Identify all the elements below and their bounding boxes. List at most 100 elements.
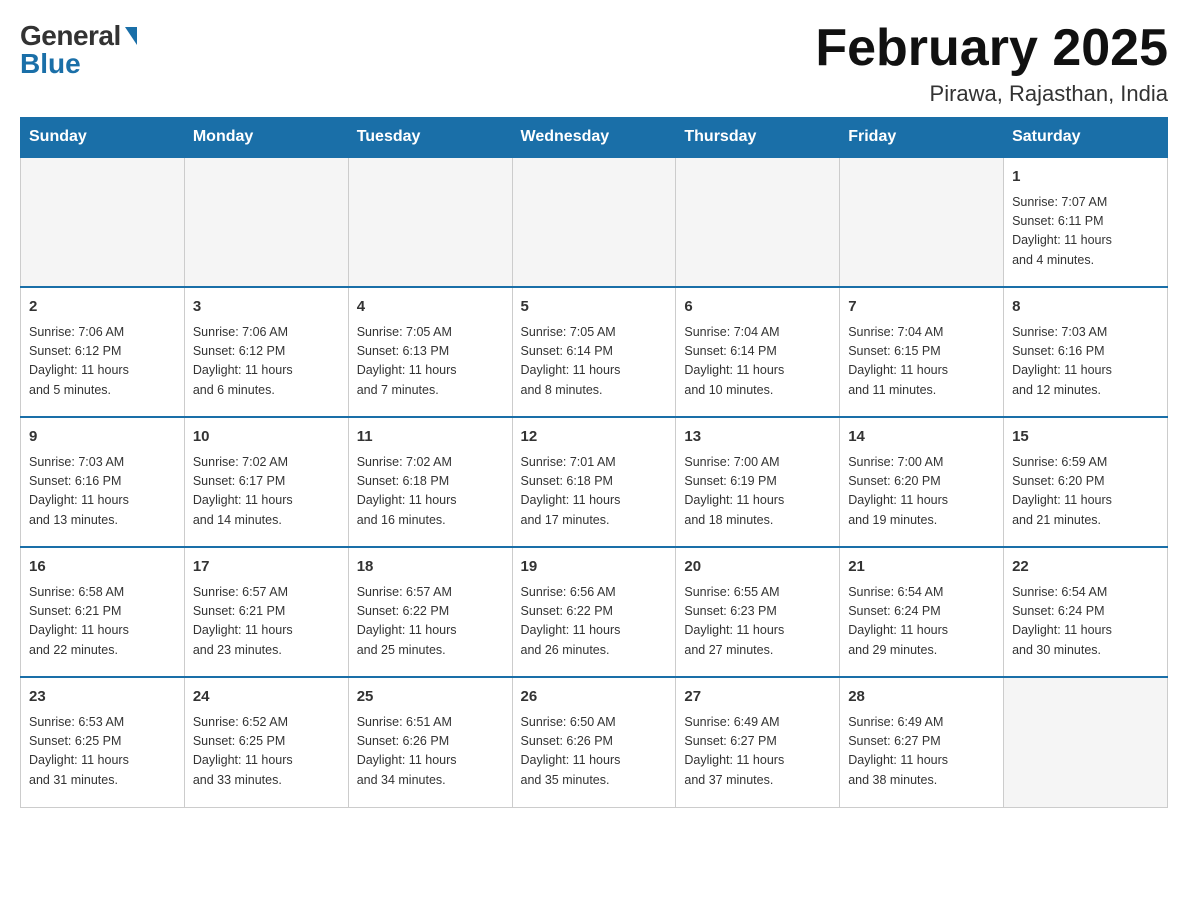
day-number: 2 xyxy=(29,296,176,319)
day-info: Sunrise: 7:00 AM Sunset: 6:20 PM Dayligh… xyxy=(848,453,995,531)
day-number: 4 xyxy=(357,296,504,319)
calendar-cell xyxy=(676,157,840,287)
day-number: 22 xyxy=(1012,556,1159,579)
day-info: Sunrise: 7:00 AM Sunset: 6:19 PM Dayligh… xyxy=(684,453,831,531)
calendar-cell: 3 Sunrise: 7:06 AM Sunset: 6:12 PM Daylig… xyxy=(184,287,348,417)
calendar-header-row: SundayMondayTuesdayWednesdayThursdayFrid… xyxy=(21,118,1168,158)
calendar-cell xyxy=(348,157,512,287)
calendar-cell xyxy=(21,157,185,287)
calendar-cell: 26 Sunrise: 6:50 AM Sunset: 6:26 PM Dayli… xyxy=(512,677,676,807)
calendar-cell: 12 Sunrise: 7:01 AM Sunset: 6:18 PM Dayli… xyxy=(512,417,676,547)
calendar-cell: 19 Sunrise: 6:56 AM Sunset: 6:22 PM Dayli… xyxy=(512,547,676,677)
day-info: Sunrise: 7:01 AM Sunset: 6:18 PM Dayligh… xyxy=(521,453,668,531)
day-info: Sunrise: 7:02 AM Sunset: 6:18 PM Dayligh… xyxy=(357,453,504,531)
day-number: 7 xyxy=(848,296,995,319)
day-info: Sunrise: 7:02 AM Sunset: 6:17 PM Dayligh… xyxy=(193,453,340,531)
calendar-cell: 28 Sunrise: 6:49 AM Sunset: 6:27 PM Dayli… xyxy=(840,677,1004,807)
day-header-wednesday: Wednesday xyxy=(512,118,676,158)
calendar-cell: 10 Sunrise: 7:02 AM Sunset: 6:17 PM Dayli… xyxy=(184,417,348,547)
day-info: Sunrise: 6:54 AM Sunset: 6:24 PM Dayligh… xyxy=(1012,583,1159,661)
day-number: 26 xyxy=(521,686,668,709)
calendar-cell: 2 Sunrise: 7:06 AM Sunset: 6:12 PM Daylig… xyxy=(21,287,185,417)
day-info: Sunrise: 7:06 AM Sunset: 6:12 PM Dayligh… xyxy=(29,323,176,401)
day-header-sunday: Sunday xyxy=(21,118,185,158)
day-number: 24 xyxy=(193,686,340,709)
calendar-cell: 1 Sunrise: 7:07 AM Sunset: 6:11 PM Daylig… xyxy=(1004,157,1168,287)
calendar-cell xyxy=(184,157,348,287)
calendar-cell: 22 Sunrise: 6:54 AM Sunset: 6:24 PM Dayli… xyxy=(1004,547,1168,677)
day-info: Sunrise: 7:03 AM Sunset: 6:16 PM Dayligh… xyxy=(1012,323,1159,401)
day-number: 13 xyxy=(684,426,831,449)
calendar-week-row: 2 Sunrise: 7:06 AM Sunset: 6:12 PM Daylig… xyxy=(21,287,1168,417)
day-number: 21 xyxy=(848,556,995,579)
calendar-cell: 4 Sunrise: 7:05 AM Sunset: 6:13 PM Daylig… xyxy=(348,287,512,417)
calendar-cell: 11 Sunrise: 7:02 AM Sunset: 6:18 PM Dayli… xyxy=(348,417,512,547)
calendar-cell: 14 Sunrise: 7:00 AM Sunset: 6:20 PM Dayli… xyxy=(840,417,1004,547)
day-info: Sunrise: 7:06 AM Sunset: 6:12 PM Dayligh… xyxy=(193,323,340,401)
day-number: 18 xyxy=(357,556,504,579)
calendar-cell: 23 Sunrise: 6:53 AM Sunset: 6:25 PM Dayli… xyxy=(21,677,185,807)
calendar-cell: 6 Sunrise: 7:04 AM Sunset: 6:14 PM Daylig… xyxy=(676,287,840,417)
day-number: 25 xyxy=(357,686,504,709)
day-info: Sunrise: 7:05 AM Sunset: 6:14 PM Dayligh… xyxy=(521,323,668,401)
day-header-friday: Friday xyxy=(840,118,1004,158)
day-number: 28 xyxy=(848,686,995,709)
calendar-cell: 25Sunrise: 6:51 AM Sunset: 6:26 PM Dayli… xyxy=(348,677,512,807)
calendar-cell: 15 Sunrise: 6:59 AM Sunset: 6:20 PM Dayli… xyxy=(1004,417,1168,547)
calendar-week-row: 1 Sunrise: 7:07 AM Sunset: 6:11 PM Daylig… xyxy=(21,157,1168,287)
day-number: 3 xyxy=(193,296,340,319)
day-info: Sunrise: 6:57 AM Sunset: 6:21 PM Dayligh… xyxy=(193,583,340,661)
day-header-monday: Monday xyxy=(184,118,348,158)
calendar-cell: 17 Sunrise: 6:57 AM Sunset: 6:21 PM Dayli… xyxy=(184,547,348,677)
day-header-tuesday: Tuesday xyxy=(348,118,512,158)
calendar-cell: 5 Sunrise: 7:05 AM Sunset: 6:14 PM Daylig… xyxy=(512,287,676,417)
day-info: Sunrise: 6:59 AM Sunset: 6:20 PM Dayligh… xyxy=(1012,453,1159,531)
day-number: 1 xyxy=(1012,166,1159,189)
title-block: February 2025 Pirawa, Rajasthan, India xyxy=(815,20,1168,107)
calendar-cell: 24 Sunrise: 6:52 AM Sunset: 6:25 PM Dayli… xyxy=(184,677,348,807)
day-info: Sunrise: 6:57 AM Sunset: 6:22 PM Dayligh… xyxy=(357,583,504,661)
calendar-table: SundayMondayTuesdayWednesdayThursdayFrid… xyxy=(20,117,1168,808)
day-number: 17 xyxy=(193,556,340,579)
day-number: 15 xyxy=(1012,426,1159,449)
day-number: 27 xyxy=(684,686,831,709)
day-info: Sunrise: 6:54 AM Sunset: 6:24 PM Dayligh… xyxy=(848,583,995,661)
calendar-title: February 2025 xyxy=(815,20,1168,77)
logo: General Blue xyxy=(20,20,137,80)
day-number: 9 xyxy=(29,426,176,449)
day-info: Sunrise: 6:56 AM Sunset: 6:22 PM Dayligh… xyxy=(521,583,668,661)
calendar-cell: 21 Sunrise: 6:54 AM Sunset: 6:24 PM Dayli… xyxy=(840,547,1004,677)
day-info: Sunrise: 7:05 AM Sunset: 6:13 PM Dayligh… xyxy=(357,323,504,401)
day-info: Sunrise: 7:03 AM Sunset: 6:16 PM Dayligh… xyxy=(29,453,176,531)
calendar-cell xyxy=(1004,677,1168,807)
calendar-cell: 18 Sunrise: 6:57 AM Sunset: 6:22 PM Dayli… xyxy=(348,547,512,677)
calendar-week-row: 23 Sunrise: 6:53 AM Sunset: 6:25 PM Dayli… xyxy=(21,677,1168,807)
day-info: Sunrise: 6:58 AM Sunset: 6:21 PM Dayligh… xyxy=(29,583,176,661)
day-number: 12 xyxy=(521,426,668,449)
day-number: 10 xyxy=(193,426,340,449)
day-number: 5 xyxy=(521,296,668,319)
day-number: 19 xyxy=(521,556,668,579)
day-info: Sunrise: 6:50 AM Sunset: 6:26 PM Dayligh… xyxy=(521,713,668,791)
calendar-cell: 20Sunrise: 6:55 AM Sunset: 6:23 PM Dayli… xyxy=(676,547,840,677)
day-info: Sunrise: 6:52 AM Sunset: 6:25 PM Dayligh… xyxy=(193,713,340,791)
day-header-saturday: Saturday xyxy=(1004,118,1168,158)
day-info: Sunrise: 7:04 AM Sunset: 6:14 PM Dayligh… xyxy=(684,323,831,401)
page-header: General Blue February 2025 Pirawa, Rajas… xyxy=(20,20,1168,107)
calendar-cell: 13 Sunrise: 7:00 AM Sunset: 6:19 PM Dayli… xyxy=(676,417,840,547)
day-number: 14 xyxy=(848,426,995,449)
logo-arrow-icon xyxy=(125,27,137,45)
day-number: 23 xyxy=(29,686,176,709)
day-info: Sunrise: 6:49 AM Sunset: 6:27 PM Dayligh… xyxy=(684,713,831,791)
calendar-cell xyxy=(512,157,676,287)
calendar-cell xyxy=(840,157,1004,287)
day-info: Sunrise: 6:53 AM Sunset: 6:25 PM Dayligh… xyxy=(29,713,176,791)
day-info: Sunrise: 7:07 AM Sunset: 6:11 PM Dayligh… xyxy=(1012,193,1159,271)
day-number: 11 xyxy=(357,426,504,449)
day-number: 6 xyxy=(684,296,831,319)
calendar-subtitle: Pirawa, Rajasthan, India xyxy=(815,81,1168,107)
day-info: Sunrise: 6:49 AM Sunset: 6:27 PM Dayligh… xyxy=(848,713,995,791)
calendar-cell: 9 Sunrise: 7:03 AM Sunset: 6:16 PM Daylig… xyxy=(21,417,185,547)
day-number: 8 xyxy=(1012,296,1159,319)
calendar-week-row: 16Sunrise: 6:58 AM Sunset: 6:21 PM Dayli… xyxy=(21,547,1168,677)
